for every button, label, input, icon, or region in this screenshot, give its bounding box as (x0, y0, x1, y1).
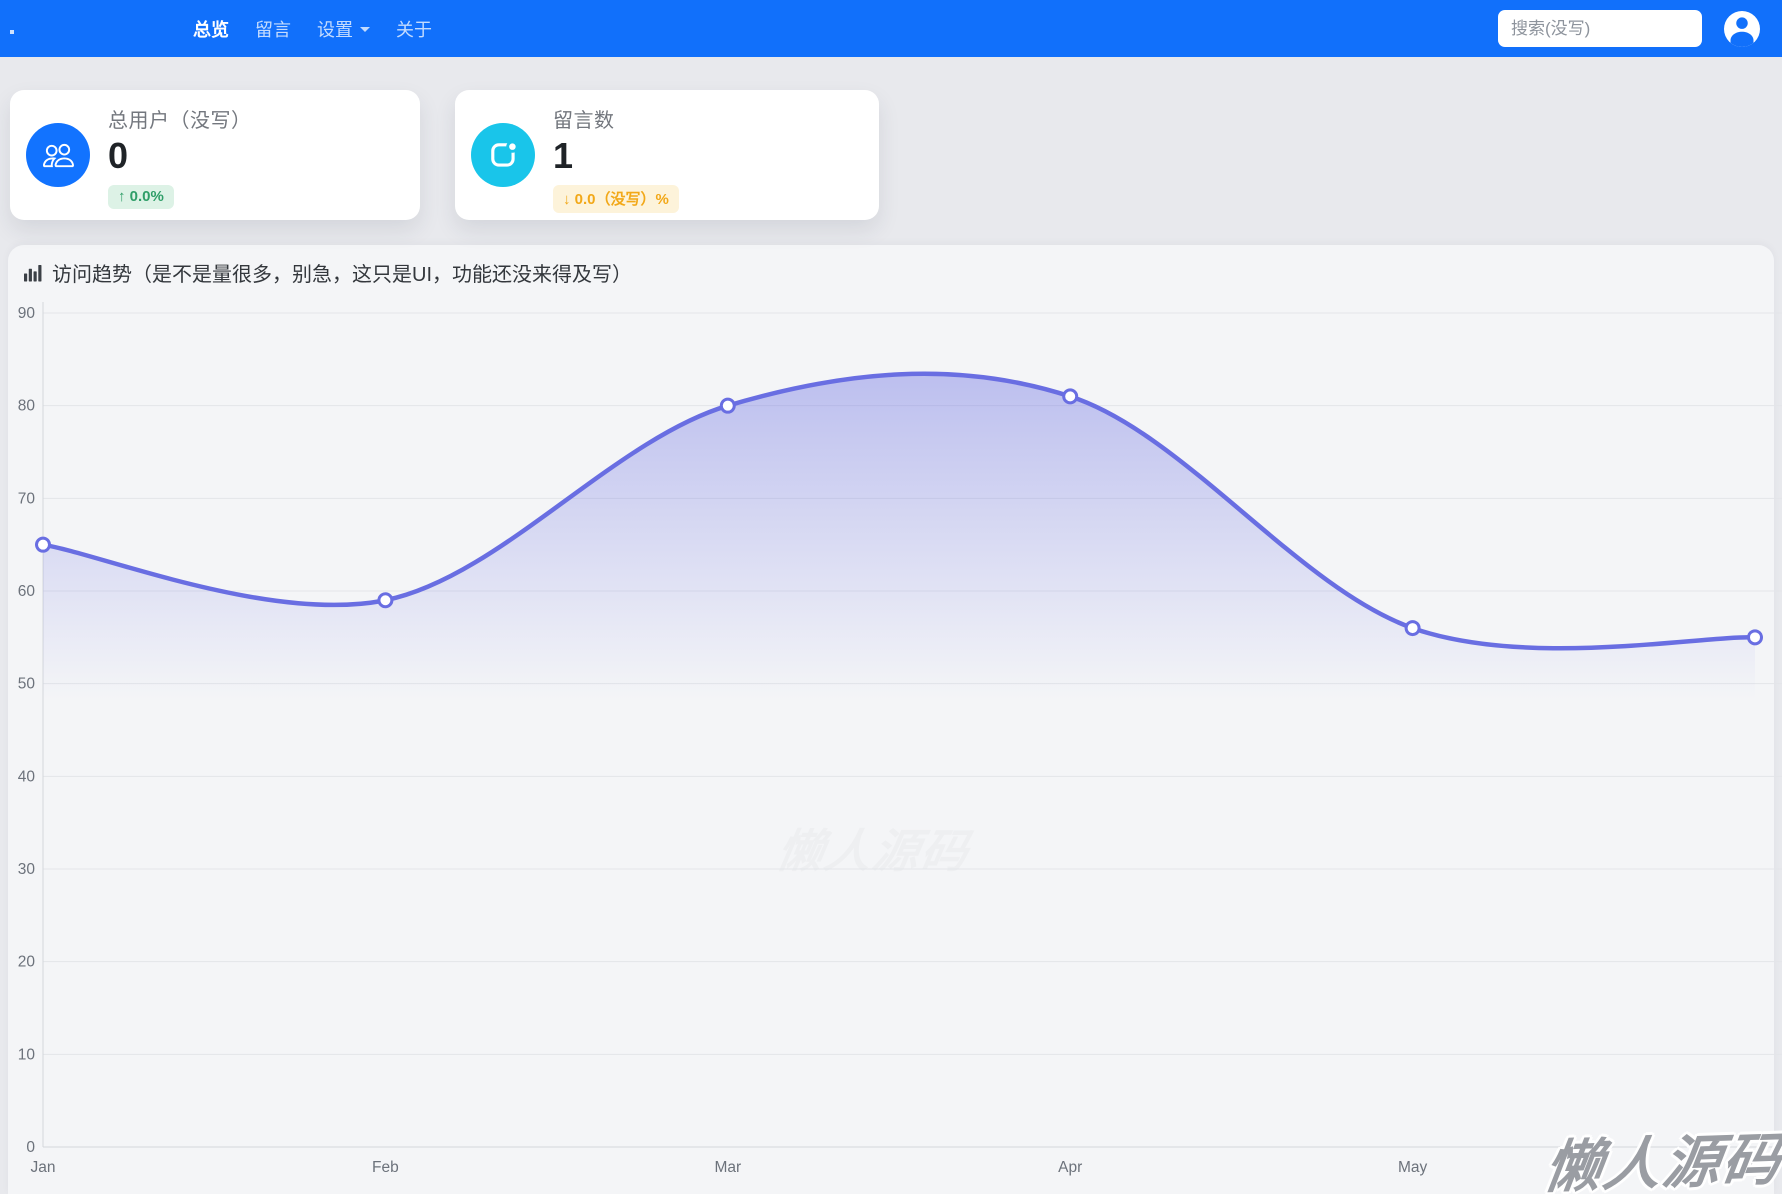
svg-text:30: 30 (18, 861, 36, 878)
nav-item-label: 关于 (396, 19, 432, 40)
stat-icon-circle (26, 123, 90, 187)
person-circle-icon[interactable] (1724, 10, 1760, 47)
svg-text:70: 70 (18, 490, 36, 507)
svg-text:Feb: Feb (372, 1159, 399, 1176)
stat-title: 总用户（没写） (108, 110, 252, 132)
svg-text:10: 10 (18, 1046, 36, 1063)
nav-item-messages[interactable]: 留言 (244, 10, 302, 48)
svg-text:Mar: Mar (714, 1159, 741, 1176)
nav-item-label: 设置 (317, 19, 353, 40)
watermark: 懒人源码 (1540, 1127, 1782, 1194)
chat-dot-icon (491, 140, 519, 167)
svg-text:60: 60 (18, 583, 36, 600)
nav-item-settings[interactable]: 设置 (306, 10, 381, 48)
stat-value: 0 (108, 135, 129, 176)
brand-dot-icon (10, 29, 14, 34)
nav-item-label: 总览 (193, 19, 229, 40)
main-nav: 总览 留言 设置 关于 (182, 10, 443, 48)
svg-text:0: 0 (26, 1139, 35, 1156)
stat-card-total-users: 总用户（没写） 0 ↑ 0.0% (10, 90, 420, 220)
svg-text:50: 50 (18, 676, 36, 693)
stat-value: 1 (553, 135, 574, 176)
stat-title: 留言数 (553, 110, 615, 132)
stats-row: 总用户（没写） 0 ↑ 0.0% 留言数 1 ↓ 0.0（没写）% (0, 57, 1782, 220)
trend-badge: ↑ 0.0% (108, 185, 174, 209)
stat-icon-circle (471, 123, 535, 187)
navbar: 总览 留言 设置 关于 (0, 0, 1782, 57)
nav-item-overview[interactable]: 总览 (182, 10, 240, 48)
brand-link[interactable] (10, 21, 20, 37)
svg-text:Apr: Apr (1058, 1159, 1082, 1176)
people-icon (42, 143, 74, 167)
search-input[interactable] (1498, 10, 1702, 47)
svg-text:Jan: Jan (31, 1159, 56, 1176)
trend-badge: ↓ 0.0（没写）% (553, 185, 679, 213)
svg-text:90: 90 (18, 305, 36, 322)
nav-item-label: 留言 (255, 19, 291, 40)
stat-card-messages: 留言数 1 ↓ 0.0（没写）% (455, 90, 879, 220)
svg-text:80: 80 (18, 398, 36, 415)
svg-text:40: 40 (18, 768, 36, 785)
svg-text:May: May (1398, 1159, 1428, 1176)
nav-item-about[interactable]: 关于 (385, 10, 443, 48)
svg-text:20: 20 (18, 954, 36, 971)
chevron-down-icon (360, 27, 370, 32)
visit-trend-chart[interactable]: 0102030405060708090Jan Feb Mar Apr May Jun (0, 245, 1782, 1194)
navbar-right (1498, 10, 1760, 47)
